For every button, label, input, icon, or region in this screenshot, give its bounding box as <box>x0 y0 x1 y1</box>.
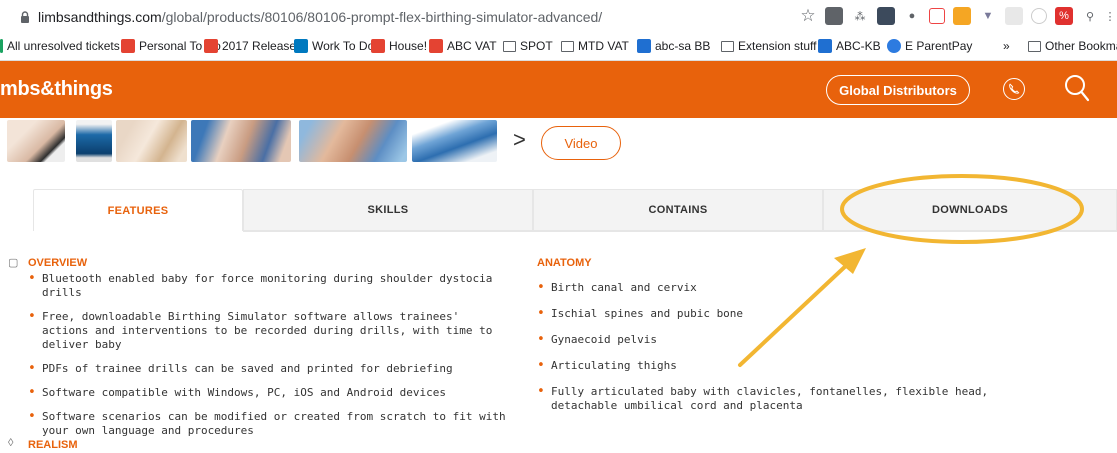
gallery-thumbnail[interactable] <box>116 120 187 162</box>
anatomy-list: Birth canal and cervix Ischial spines an… <box>537 281 1007 413</box>
url-host: limbsandthings.com <box>38 9 162 25</box>
bookmark-icon <box>204 39 218 53</box>
list-item: Bluetooth enabled baby for force monitor… <box>28 272 508 300</box>
gallery-thumbnail[interactable] <box>76 120 112 162</box>
list-item: Software scenarios can be modified or cr… <box>28 410 508 438</box>
menu-icon[interactable]: ⋮ <box>1105 7 1116 25</box>
product-gallery: > Video <box>0 118 1117 168</box>
gallery-thumbnail[interactable] <box>7 120 65 162</box>
list-item: Software compatible with Windows, PC, iO… <box>28 386 508 400</box>
anatomy-title: ANATOMY <box>537 257 592 269</box>
extension-icon[interactable] <box>1005 7 1023 25</box>
bookmark-label: 2017 Release <box>222 39 297 53</box>
bookmarks-bar: All unresolved tickets Personal To Do 20… <box>0 34 1117 61</box>
extension-icon[interactable] <box>1031 8 1047 24</box>
bookmark-icon <box>887 39 901 53</box>
list-item: Birth canal and cervix <box>537 281 1007 295</box>
bookmark-star-icon[interactable]: ☆ <box>799 6 817 25</box>
folder-icon <box>503 40 516 52</box>
extension-icon[interactable]: ▼ <box>979 7 997 25</box>
extension-toolbar: ☆ ⁂ ● ▼ % ⚲ ⋮ <box>799 6 1116 25</box>
bookmark-item[interactable]: 2017 Release <box>204 39 296 53</box>
bookmark-label: ABC-KB <box>836 39 881 53</box>
bookmark-item[interactable]: abc-sa BB <box>637 39 710 53</box>
bookmark-label: abc-sa BB <box>655 39 711 53</box>
url-path: /global/products/80106/80106-prompt-flex… <box>161 9 603 25</box>
bookmark-label: Other Bookmark <box>1045 39 1117 53</box>
bookmark-label: MTD VAT <box>578 39 629 53</box>
overview-list: Bluetooth enabled baby for force monitor… <box>28 272 508 438</box>
bookmark-label: Work To Do <box>312 39 375 53</box>
realism-title: REALISM <box>28 439 78 451</box>
list-item: Articulating thighs <box>537 359 1007 373</box>
tab-skills[interactable]: SKILLS <box>243 189 533 231</box>
overview-section: OVERVIEW Bluetooth enabled baby for forc… <box>28 257 508 438</box>
anatomy-section: ANATOMY Birth canal and cervix Ischial s… <box>537 257 1007 413</box>
realism-section: REALISM <box>28 439 78 451</box>
overview-title: OVERVIEW <box>28 257 88 269</box>
tab-divider <box>243 231 1117 232</box>
extension-icon[interactable]: ⁂ <box>851 7 869 25</box>
phone-icon[interactable] <box>1003 78 1025 100</box>
folder-icon <box>561 40 574 52</box>
trello-icon <box>294 39 308 53</box>
site-logo[interactable]: mbs&things <box>0 78 113 101</box>
bookmark-item[interactable]: ABC VAT <box>429 39 497 53</box>
pocket-icon[interactable] <box>929 8 945 24</box>
extension-icon[interactable] <box>877 7 895 25</box>
extension-icon[interactable]: % <box>1055 7 1073 25</box>
extension-icon[interactable] <box>953 7 971 25</box>
bookmark-label: House! <box>389 39 428 53</box>
bookmark-label: Extension stuff <box>738 39 817 53</box>
list-item: Gynaecoid pelvis <box>537 333 1007 347</box>
gallery-thumbnail[interactable] <box>299 120 407 162</box>
bookmark-label: E ParentPay <box>905 39 973 53</box>
list-item: Free, downloadable Birthing Simulator so… <box>28 310 508 352</box>
list-item: Ischial spines and pubic bone <box>537 307 1007 321</box>
site-header: mbs&things Global Distributors <box>0 61 1117 118</box>
video-button[interactable]: Video <box>541 126 621 160</box>
bookmark-icon <box>637 39 651 53</box>
bookmark-label: ABC VAT <box>447 39 497 53</box>
bookmark-icon <box>0 39 3 53</box>
bookmark-icon <box>429 39 443 53</box>
tab-features[interactable]: FEATURES <box>33 189 243 231</box>
bookmark-item[interactable]: MTD VAT <box>561 39 629 53</box>
gallery-thumbnail[interactable] <box>412 120 497 162</box>
tab-contains[interactable]: CONTAINS <box>533 189 823 231</box>
more-bookmarks-button[interactable]: » <box>1003 39 1010 53</box>
bookmark-label: All unresolved tickets <box>7 39 120 53</box>
extension-icon[interactable] <box>825 7 843 25</box>
url-text[interactable]: limbsandthings.com/global/products/80106… <box>38 9 602 25</box>
product-tabs: FEATURES SKILLS CONTAINS DOWNLOADS <box>33 189 1117 231</box>
other-bookmarks[interactable]: Other Bookmark <box>1028 39 1117 53</box>
browser-address-bar: limbsandthings.com/global/products/80106… <box>0 0 1117 35</box>
more-bookmarks-label: » <box>1003 39 1010 53</box>
search-icon[interactable] <box>1064 73 1090 103</box>
bookmark-item[interactable]: Work To Do <box>294 39 374 53</box>
list-item: PDFs of trainee drills can be saved and … <box>28 362 508 376</box>
overview-icon: ▢ <box>8 257 19 269</box>
realism-icon: ◊ <box>8 437 14 449</box>
folder-icon <box>721 40 734 52</box>
list-item: Fully articulated baby with clavicles, f… <box>537 385 1007 413</box>
bookmark-item[interactable]: House! <box>371 39 427 53</box>
bookmark-icon <box>121 39 135 53</box>
bookmark-icon <box>818 39 832 53</box>
chevron-right-icon[interactable]: > <box>513 127 526 153</box>
gallery-thumbnail[interactable] <box>191 120 291 162</box>
bookmark-label: SPOT <box>520 39 553 53</box>
bookmark-icon <box>371 39 385 53</box>
bookmark-item[interactable]: Extension stuff <box>721 39 817 53</box>
extension-icon[interactable]: ⚲ <box>1081 7 1099 25</box>
global-distributors-button[interactable]: Global Distributors <box>826 75 970 105</box>
bookmark-item[interactable]: ABC-KB <box>818 39 881 53</box>
lock-icon <box>21 11 29 23</box>
tab-downloads[interactable]: DOWNLOADS <box>823 189 1117 231</box>
bookmark-item[interactable]: SPOT <box>503 39 553 53</box>
bookmark-item[interactable]: All unresolved tickets <box>0 39 120 53</box>
extension-icon[interactable]: ● <box>903 7 921 25</box>
folder-icon <box>1028 40 1041 52</box>
bookmark-item[interactable]: E ParentPay <box>887 39 972 53</box>
